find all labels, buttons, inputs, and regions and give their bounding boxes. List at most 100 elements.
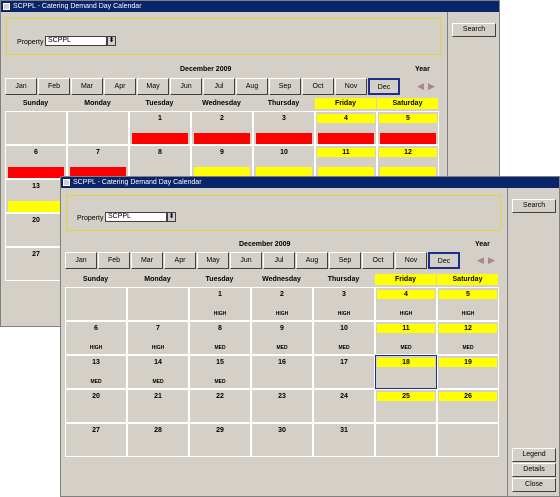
day-cell[interactable]: 27 [5,247,67,281]
day-cell[interactable]: 3 [253,111,315,145]
day-cell[interactable]: 7 HIGH [127,321,189,355]
day-cell[interactable]: 12 MED [437,321,499,355]
search-button[interactable]: Search [512,199,556,213]
day-cell[interactable]: 14 MED [127,355,189,389]
next-year-arrow-icon[interactable]: ▶ [488,252,495,269]
month-button-jan[interactable]: Jan [5,78,37,95]
day-cell[interactable]: 10 MED [313,321,375,355]
month-button-oct[interactable]: Oct [302,78,334,95]
day-number: 23 [278,393,286,400]
search-button[interactable]: Search [452,23,496,37]
month-button-aug[interactable]: Aug [236,78,268,95]
day-cell[interactable]: 24 [313,389,375,423]
day-number: 9 [280,325,284,332]
day-cell[interactable]: 4 [315,111,377,145]
month-button-sep[interactable]: Sep [329,252,361,269]
day-cell[interactable]: 20 [65,389,127,423]
day-cell[interactable]: 21 [127,389,189,423]
month-button-aug[interactable]: Aug [296,252,328,269]
month-button-nov[interactable]: Nov [395,252,427,269]
month-button-mar[interactable]: Mar [131,252,163,269]
next-year-arrow-icon[interactable]: ▶ [428,78,435,95]
month-button-may[interactable]: May [137,78,169,95]
day-cell[interactable]: 12 [377,145,439,179]
day-cell[interactable]: 2 HIGH [251,287,313,321]
day-cell[interactable]: 17 [313,355,375,389]
day-cell[interactable]: 27 [65,423,127,457]
day-cell[interactable]: 11 MED [375,321,437,355]
month-button-nov[interactable]: Nov [335,78,367,95]
month-button-feb[interactable]: Feb [98,252,130,269]
month-button-apr[interactable]: Apr [104,78,136,95]
day-cell[interactable]: 6 HIGH [65,321,127,355]
day-cell[interactable]: 23 [251,389,313,423]
day-cell[interactable] [375,423,437,457]
day-cell[interactable]: 19 [437,355,499,389]
prev-year-arrow-icon[interactable]: ◀ [417,78,424,95]
day-number: 30 [278,427,286,434]
day-cell[interactable]: 1 [129,111,191,145]
demand-level-label: MED [400,345,412,351]
day-cell[interactable]: 1 HIGH [189,287,251,321]
day-cell[interactable]: 15 MED [189,355,251,389]
day-cell[interactable] [67,111,129,145]
back-title-bar[interactable]: SCPPL - Catering Demand Day Calendar [1,1,499,12]
day-cell[interactable]: 11 [315,145,377,179]
day-cell[interactable]: 6 [5,145,67,179]
month-button-jun[interactable]: Jun [230,252,262,269]
day-cell[interactable]: 9 [191,145,253,179]
month-button-sep[interactable]: Sep [269,78,301,95]
day-cell[interactable]: 8 [129,145,191,179]
front-title-bar[interactable]: SCPPL - Catering Demand Day Calendar [61,177,559,188]
day-cell[interactable]: 3 HIGH [313,287,375,321]
property-dropdown-icon[interactable]: ⬍ [167,212,176,222]
weekday-header-tuesday: Tuesday [145,100,174,107]
day-cell[interactable]: 8 MED [189,321,251,355]
day-cell[interactable]: 4 HIGH [375,287,437,321]
day-cell[interactable]: 29 [189,423,251,457]
month-button-may[interactable]: May [197,252,229,269]
month-button-apr[interactable]: Apr [164,252,196,269]
day-cell[interactable]: 31 [313,423,375,457]
month-button-feb[interactable]: Feb [38,78,70,95]
month-button-jun[interactable]: Jun [170,78,202,95]
day-cell[interactable] [5,111,67,145]
month-button-mar[interactable]: Mar [71,78,103,95]
day-cell[interactable]: 9 MED [251,321,313,355]
prev-year-arrow-icon[interactable]: ◀ [477,252,484,269]
month-button-oct[interactable]: Oct [362,252,394,269]
day-cell[interactable] [127,287,189,321]
day-cell[interactable] [437,423,499,457]
month-button-jul[interactable]: Jul [203,78,235,95]
property-select[interactable]: SCPPL [45,36,107,46]
day-cell[interactable]: 5 HIGH [437,287,499,321]
property-dropdown-icon[interactable]: ⬍ [107,36,116,46]
day-cell[interactable]: 28 [127,423,189,457]
day-cell[interactable]: 2 [191,111,253,145]
day-cell[interactable]: 26 [437,389,499,423]
day-cell[interactable] [65,287,127,321]
month-button-jul[interactable]: Jul [263,252,295,269]
day-cell[interactable]: 13 MED [65,355,127,389]
month-button-dec[interactable]: Dec [428,252,460,269]
month-button-jan[interactable]: Jan [65,252,97,269]
day-cell[interactable]: 18 [375,355,437,389]
day-number: 15 [216,359,224,366]
property-select[interactable]: SCPPL [105,212,167,222]
day-cell[interactable]: 5 [377,111,439,145]
day-cell[interactable]: 30 [251,423,313,457]
day-number: 22 [216,393,224,400]
details-button[interactable]: Details [512,463,556,477]
day-cell[interactable]: 22 [189,389,251,423]
day-number: 20 [32,217,40,224]
close-button[interactable]: Close [512,478,556,492]
day-cell[interactable]: 7 [67,145,129,179]
day-cell[interactable]: 13 [5,179,67,213]
day-number: 20 [92,393,100,400]
month-button-dec[interactable]: Dec [368,78,400,95]
legend-button[interactable]: Legend [512,448,556,462]
day-cell[interactable]: 20 [5,213,67,247]
day-cell[interactable]: 10 [253,145,315,179]
day-cell[interactable]: 25 [375,389,437,423]
day-cell[interactable]: 16 [251,355,313,389]
